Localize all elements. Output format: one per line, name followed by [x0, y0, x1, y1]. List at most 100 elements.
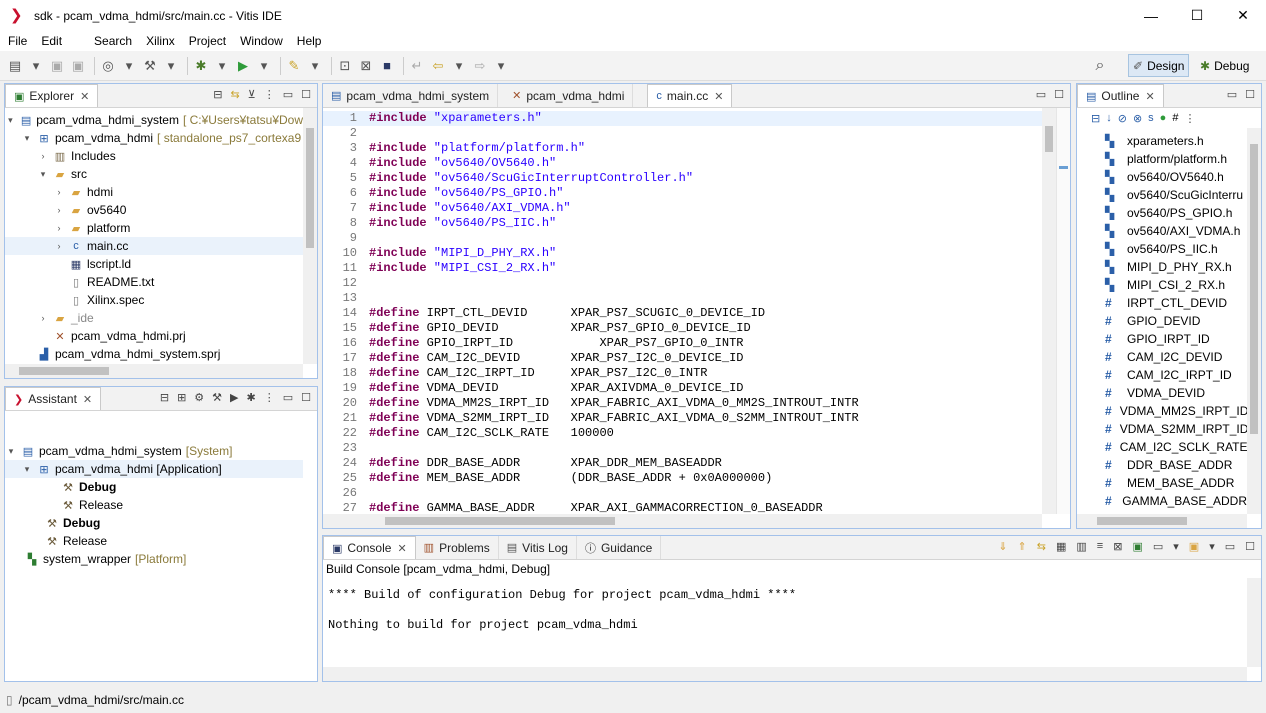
outline-item[interactable]: ▚ ov5640/OV5640.h: [1077, 168, 1247, 186]
collapse-all-icon[interactable]: ⊟: [1091, 112, 1100, 125]
hide-nonpublic-icon[interactable]: s: [1148, 112, 1154, 125]
terminal-icon[interactable]: ⊡: [336, 57, 354, 75]
tab-explorer[interactable]: ▣ Explorer ✕: [5, 84, 99, 107]
tree-item-ov5640[interactable]: › ▰ ov5640: [5, 201, 303, 219]
hammer-icon[interactable]: ⚒: [212, 391, 222, 404]
expand-icon[interactable]: ›: [53, 241, 65, 251]
tree-item-ide[interactable]: › ▰ _ide: [5, 309, 303, 327]
dropdown-icon[interactable]: ▾: [306, 57, 324, 75]
view-menu-icon[interactable]: ⋮: [1184, 112, 1195, 125]
tree-item-hdmi[interactable]: › ▰ hdmi: [5, 183, 303, 201]
assistant-item-app-release[interactable]: ⚒ Release: [5, 496, 303, 514]
outline-item[interactable]: # GPIO_DEVID: [1077, 312, 1247, 330]
assistant-item-sys-release[interactable]: ⚒ Release: [5, 532, 303, 550]
expand-icon[interactable]: ›: [53, 223, 65, 233]
maximize-view-icon[interactable]: ☐: [1054, 88, 1064, 101]
save-all-icon[interactable]: ▣: [69, 57, 87, 75]
filter-icon[interactable]: ⊻: [248, 88, 256, 101]
next-error-icon[interactable]: ⇓: [998, 540, 1007, 553]
tree-item-lscript[interactable]: ▦ lscript.ld: [5, 255, 303, 273]
outline-item[interactable]: ▚ ov5640/PS_GPIO.h: [1077, 204, 1247, 222]
run-icon[interactable]: ▶: [234, 57, 252, 75]
program-icon[interactable]: ✎: [285, 57, 303, 75]
hide-fields-icon[interactable]: ⊘: [1118, 112, 1127, 125]
back-arrow-icon[interactable]: ⇦: [429, 57, 447, 75]
debug-icon[interactable]: ✱: [192, 57, 210, 75]
outline-item[interactable]: # GPIO_IRPT_ID: [1077, 330, 1247, 348]
clear-icon[interactable]: ⊠: [1113, 540, 1122, 553]
tab-assistant[interactable]: ❯ Assistant ✕: [5, 387, 102, 410]
outline-item[interactable]: ▚ MIPI_D_PHY_RX.h: [1077, 258, 1247, 276]
tree-item-readme[interactable]: ▯ README.txt: [5, 273, 303, 291]
view-menu-icon[interactable]: ⋮: [264, 88, 275, 101]
outline-item[interactable]: # DDR_BASE_ADDR: [1077, 456, 1247, 474]
assistant-item-system[interactable]: ▾ ▤ pcam_vdma_hdmi_system [System]: [5, 442, 303, 460]
menu-search[interactable]: Search: [90, 34, 136, 48]
open-console-icon[interactable]: ▣: [1189, 540, 1199, 553]
search-icon[interactable]: ⌕: [1091, 57, 1109, 75]
outline-item[interactable]: # CAM_I2C_DEVID: [1077, 348, 1247, 366]
close-icon[interactable]: ✕: [714, 90, 723, 103]
dropdown-icon[interactable]: ▾: [162, 57, 180, 75]
menu-window[interactable]: Window: [236, 34, 287, 48]
outline-vertical-scrollbar[interactable]: [1247, 128, 1261, 514]
tab-problems[interactable]: ▥ Problems: [416, 536, 499, 559]
close-icon[interactable]: ✕: [397, 542, 406, 555]
dropdown-icon[interactable]: ▾: [1173, 540, 1179, 553]
close-icon[interactable]: ✕: [1145, 90, 1154, 103]
tab-outline[interactable]: ▤ Outline ✕: [1077, 84, 1164, 107]
assistant-item-platform[interactable]: ▚ system_wrapper [Platform]: [5, 550, 303, 568]
tab-main-cc[interactable]: c main.cc ✕: [647, 84, 733, 107]
maximize-button[interactable]: ☐: [1174, 0, 1220, 31]
tab-vitis-log[interactable]: ▤ Vitis Log: [499, 536, 577, 559]
outline-item[interactable]: # IRPT_CTL_DEVID: [1077, 294, 1247, 312]
editor-vertical-scrollbar[interactable]: [1042, 108, 1056, 514]
assistant-item-application[interactable]: ▾ ⊞ pcam_vdma_hdmi [Application]: [5, 460, 303, 478]
assistant-item-sys-debug[interactable]: ⚒ Debug: [5, 514, 303, 532]
console-output[interactable]: Build Console [pcam_vdma_hdmi, Debug] **…: [325, 560, 1247, 667]
run-icon[interactable]: ▶: [230, 391, 238, 404]
last-edit-icon[interactable]: ↵: [408, 57, 426, 75]
expand-icon[interactable]: ▾: [5, 446, 17, 457]
outline-item[interactable]: # GAMMA_BASE_ADDR: [1077, 492, 1247, 510]
sort-icon[interactable]: ↓: [1106, 112, 1112, 125]
view-menu-icon[interactable]: ⋮: [264, 391, 275, 404]
expand-all-icon[interactable]: ⊞: [177, 391, 186, 404]
console-vertical-scrollbar[interactable]: [1247, 578, 1261, 667]
pin-console-icon[interactable]: ▣: [1132, 540, 1142, 553]
tree-item-platform[interactable]: › ▰ platform: [5, 219, 303, 237]
scroll-lock-icon[interactable]: ▥: [1076, 540, 1086, 553]
tab-app-editor[interactable]: ✕ pcam_vdma_hdmi: [498, 84, 634, 107]
new-icon[interactable]: ▤: [6, 57, 24, 75]
hammer-icon[interactable]: ⚒: [141, 57, 159, 75]
outline-item[interactable]: ▚ xparameters.h: [1077, 132, 1247, 150]
perspective-design[interactable]: ✐ Design: [1128, 54, 1190, 77]
expand-icon[interactable]: ›: [37, 151, 49, 161]
expand-icon[interactable]: ›: [37, 313, 49, 323]
expand-icon[interactable]: ▾: [37, 169, 49, 180]
minimize-view-icon[interactable]: ▭: [1227, 88, 1237, 101]
outline-item[interactable]: # VDMA_DEVID: [1077, 384, 1247, 402]
tree-item-sprj[interactable]: ▟ pcam_vdma_hdmi_system.sprj: [5, 345, 303, 363]
outline-horizontal-scrollbar[interactable]: [1077, 514, 1247, 528]
expand-icon[interactable]: ›: [53, 187, 65, 197]
outline-item[interactable]: ▚ MIPI_CSI_2_RX.h: [1077, 276, 1247, 294]
expand-icon[interactable]: ›: [53, 205, 65, 215]
minimize-view-icon[interactable]: ▭: [1036, 88, 1046, 101]
outline-item[interactable]: # VDMA_MM2S_IRPT_ID: [1077, 402, 1247, 420]
outline-item[interactable]: ▚ platform/platform.h: [1077, 150, 1247, 168]
menu-file[interactable]: File: [4, 34, 31, 48]
dropdown-icon[interactable]: ▾: [450, 57, 468, 75]
dropdown-icon[interactable]: ▾: [255, 57, 273, 75]
tab-system-editor[interactable]: ▤ pcam_vdma_hdmi_system: [323, 84, 499, 107]
editor-horizontal-scrollbar[interactable]: [323, 514, 1042, 528]
collapse-all-icon[interactable]: ⊟: [213, 88, 222, 101]
dropdown-icon[interactable]: ▾: [1209, 540, 1215, 553]
tree-item-app[interactable]: ▾ ⊞ pcam_vdma_hdmi[ standalone_ps7_cortexa…: [5, 129, 303, 147]
word-wrap-icon[interactable]: ≡: [1097, 540, 1103, 553]
outline-item[interactable]: # CAM_I2C_SCLK_RATE: [1077, 438, 1247, 456]
code-editor[interactable]: 1 #include "xparameters.h" 2 3 #include "p…: [323, 108, 1056, 514]
link-icon[interactable]: ⇆: [1037, 540, 1046, 553]
forward-arrow-icon[interactable]: ⇨: [471, 57, 489, 75]
dropdown-icon[interactable]: ▾: [27, 57, 45, 75]
